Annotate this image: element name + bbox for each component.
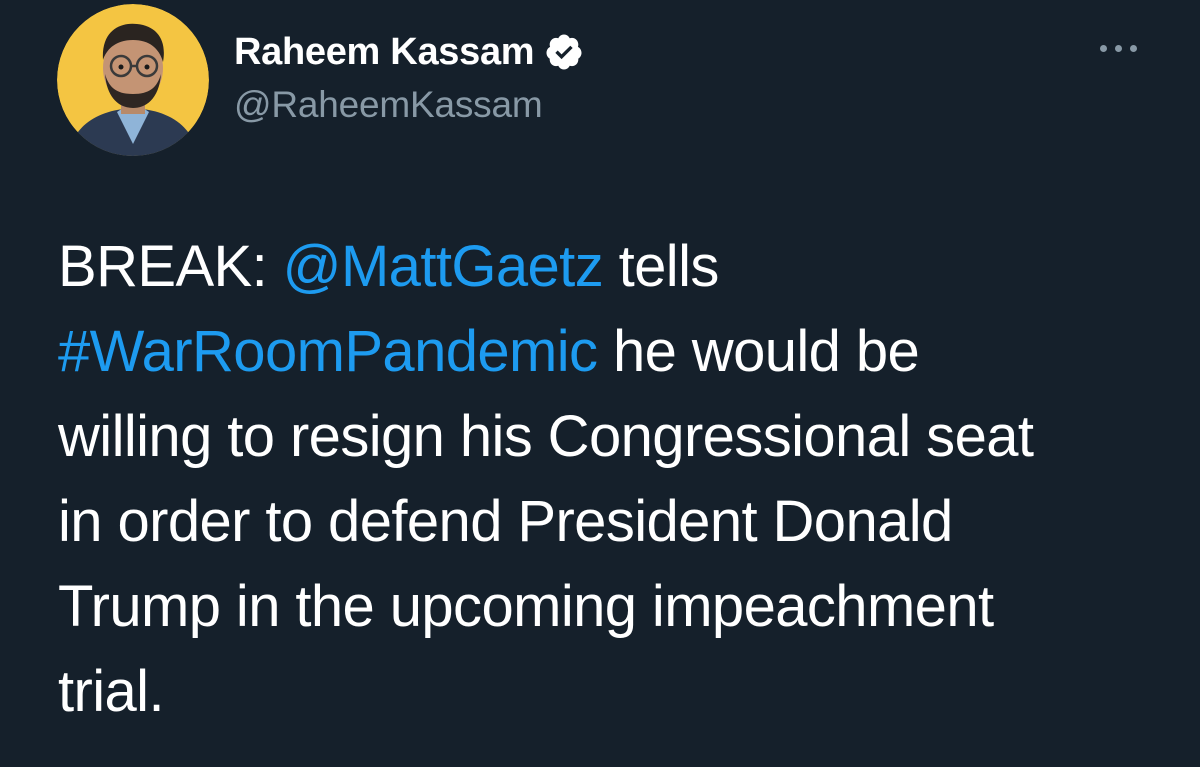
mention-link[interactable]: @MattGaetz: [283, 234, 604, 299]
tweet-card: Raheem Kassam @RaheemKassam BREAK: @Matt…: [0, 0, 1200, 767]
tweet-line-3: willing to resign his Congressional seat: [58, 404, 1034, 469]
avatar-image: [57, 4, 209, 156]
avatar[interactable]: [57, 4, 209, 156]
tweet-line-6: trial.: [58, 659, 165, 724]
tweet-text: BREAK: @MattGaetz tells #WarRoomPandemic…: [58, 224, 1178, 734]
hashtag-link[interactable]: #WarRoomPandemic: [58, 319, 598, 384]
tweet-line-4: in order to defend President Donald: [58, 489, 953, 554]
tweet-line-5: Trump in the upcoming impeachment: [58, 574, 994, 639]
tweet-text-segment: BREAK:: [58, 234, 283, 299]
more-horizontal-icon: [1100, 44, 1137, 52]
more-options-button[interactable]: [1094, 30, 1144, 66]
tweet-text-segment: tells: [603, 234, 720, 299]
verified-badge-icon: [544, 32, 584, 72]
tweet-line-1: BREAK: @MattGaetz tells: [58, 224, 1178, 309]
author-handle[interactable]: @RaheemKassam: [234, 84, 543, 126]
author-name-row: Raheem Kassam: [234, 28, 584, 76]
tweet-line-2: #WarRoomPandemic he would be: [58, 309, 1178, 394]
tweet-text-segment: he would be: [597, 319, 920, 384]
author-display-name[interactable]: Raheem Kassam: [234, 31, 535, 74]
